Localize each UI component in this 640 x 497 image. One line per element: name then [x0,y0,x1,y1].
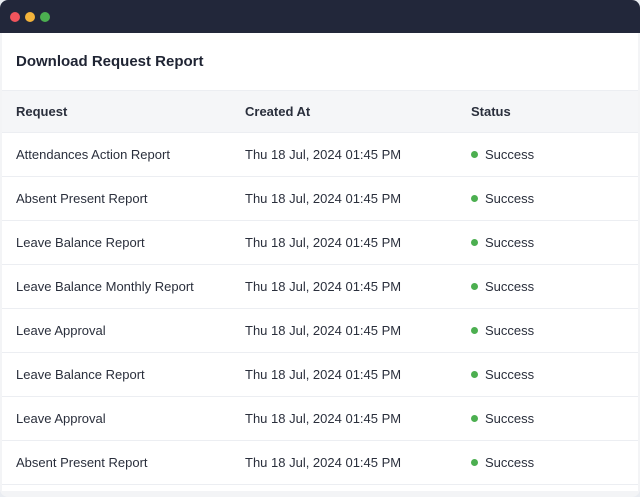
status-dot-icon [471,283,478,290]
request-name: Absent Present Report [16,191,148,206]
created-at: Thu 18 Jul, 2024 01:45 PM [245,279,402,294]
created-at: Thu 18 Jul, 2024 01:45 PM [245,235,402,250]
status-label: Success [485,411,535,426]
maximize-window-button[interactable] [40,11,50,22]
table-row[interactable]: Leave Approval Thu 18 Jul, 2024 01:45 PM… [2,309,638,353]
column-header-created-at: Created At [245,104,311,119]
status-dot-icon [471,151,478,158]
created-at: Thu 18 Jul, 2024 01:45 PM [245,411,402,426]
status-label: Success [485,235,535,250]
app-window: Download Request Report Request Created … [0,0,640,497]
page-title: Download Request Report [2,33,638,91]
status-dot-icon [471,415,478,422]
created-at: Thu 18 Jul, 2024 01:45 PM [245,191,402,206]
status-badge: Success [471,147,534,162]
close-window-button[interactable] [10,11,20,22]
status-label: Success [485,279,535,294]
table-row[interactable]: Absent Present Report Thu 18 Jul, 2024 0… [2,441,638,485]
status-badge: Success [471,191,534,206]
status-dot-icon [471,371,478,378]
column-header-status: Status [471,104,511,119]
status-badge: Success [471,367,534,382]
table-body: Attendances Action Report Thu 18 Jul, 20… [2,133,638,485]
request-name: Leave Approval [16,323,106,338]
table-header: Request Created At Status [2,91,638,133]
status-badge: Success [471,323,534,338]
status-dot-icon [471,327,478,334]
created-at: Thu 18 Jul, 2024 01:45 PM [245,367,402,382]
request-name: Attendances Action Report [16,147,170,162]
request-name: Absent Present Report [16,455,148,470]
request-name: Leave Balance Monthly Report [16,279,194,294]
status-badge: Success [471,455,534,470]
created-at: Thu 18 Jul, 2024 01:45 PM [245,455,402,470]
status-badge: Success [471,235,534,250]
status-label: Success [485,323,535,338]
table-row[interactable]: Absent Present Report Thu 18 Jul, 2024 0… [2,177,638,221]
status-label: Success [485,147,535,162]
status-label: Success [485,367,535,382]
request-name: Leave Balance Report [16,367,145,382]
status-dot-icon [471,239,478,246]
table-row[interactable]: Attendances Action Report Thu 18 Jul, 20… [2,133,638,177]
status-dot-icon [471,459,478,466]
request-name: Leave Approval [16,411,106,426]
table-row[interactable]: Leave Balance Report Thu 18 Jul, 2024 01… [2,353,638,397]
created-at: Thu 18 Jul, 2024 01:45 PM [245,147,402,162]
status-badge: Success [471,279,534,294]
minimize-window-button[interactable] [25,11,35,22]
status-label: Success [485,455,535,470]
column-header-request: Request [16,104,68,119]
status-label: Success [485,191,535,206]
table-row[interactable]: Leave Approval Thu 18 Jul, 2024 01:45 PM… [2,397,638,441]
table-row[interactable]: Leave Balance Monthly Report Thu 18 Jul,… [2,265,638,309]
status-dot-icon [471,195,478,202]
report-panel: Download Request Report Request Created … [2,33,638,491]
request-name: Leave Balance Report [16,235,145,250]
table-row[interactable]: Leave Balance Report Thu 18 Jul, 2024 01… [2,221,638,265]
title-bar [0,0,640,33]
status-badge: Success [471,411,534,426]
created-at: Thu 18 Jul, 2024 01:45 PM [245,323,402,338]
